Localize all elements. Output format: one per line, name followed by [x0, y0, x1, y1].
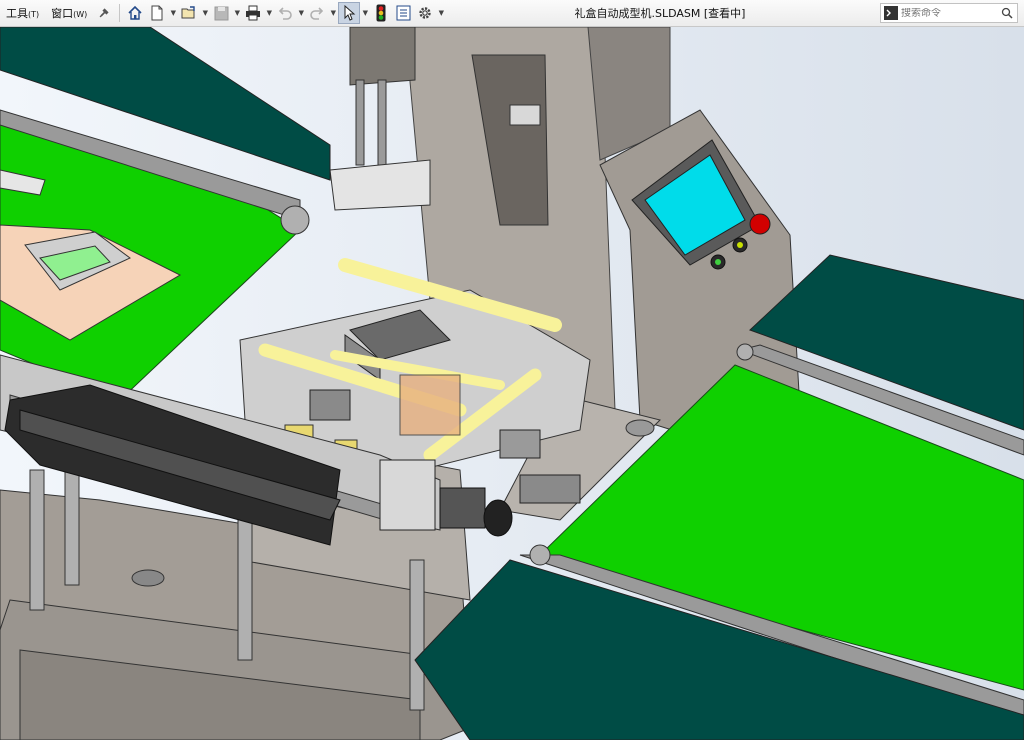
- open-file-dropdown-icon[interactable]: ▼: [200, 9, 210, 17]
- pin-icon[interactable]: [93, 2, 115, 24]
- main-toolbar: 工具(T) 窗口(W) ▼ ▼ ▼ ▼ ▼ ▼ ▼ ▼ 礼盒自动成型机.SLDA…: [0, 0, 1024, 27]
- search-box: [880, 3, 1018, 23]
- servo-carriage: [379, 459, 436, 531]
- menu-tools-label: 工具: [6, 6, 28, 20]
- undo-dropdown-icon: ▼: [298, 9, 304, 17]
- assembly-3d-model[interactable]: [0, 26, 1024, 741]
- toolbar-divider: [119, 4, 121, 22]
- options-gear-icon[interactable]: [414, 2, 436, 24]
- options-dropdown-icon[interactable]: ▼: [436, 9, 446, 17]
- menu-window-shortcut: (W): [73, 9, 88, 19]
- emergency-stop-button: [749, 213, 771, 235]
- command-prompt-icon: [884, 6, 898, 20]
- menu-window[interactable]: 窗口(W): [45, 0, 93, 27]
- menu-tools[interactable]: 工具(T): [0, 0, 45, 27]
- save-dropdown-icon: ▼: [234, 9, 240, 17]
- print-icon[interactable]: [242, 2, 264, 24]
- undo-icon: [274, 2, 296, 24]
- redo-dropdown-icon: ▼: [330, 9, 336, 17]
- open-file-icon[interactable]: [178, 2, 200, 24]
- home-icon[interactable]: [124, 2, 146, 24]
- menu-tools-shortcut: (T): [28, 9, 40, 19]
- document-title: 礼盒自动成型机.SLDASM [查看中]: [574, 7, 746, 20]
- search-icon[interactable]: [1001, 7, 1013, 19]
- file-properties-icon[interactable]: [392, 2, 414, 24]
- select-dropdown-icon[interactable]: ▼: [360, 9, 370, 17]
- traffic-light-icon[interactable]: [370, 2, 392, 24]
- redo-icon: [306, 2, 328, 24]
- menu-window-label: 窗口: [51, 6, 74, 20]
- select-pointer-icon[interactable]: [338, 2, 361, 24]
- print-dropdown-icon[interactable]: ▼: [264, 9, 274, 17]
- new-file-dropdown-icon[interactable]: ▼: [168, 9, 178, 17]
- new-file-icon[interactable]: [146, 2, 168, 24]
- save-icon: [210, 2, 232, 24]
- search-input[interactable]: [898, 7, 1000, 19]
- model-viewport[interactable]: [0, 26, 1024, 741]
